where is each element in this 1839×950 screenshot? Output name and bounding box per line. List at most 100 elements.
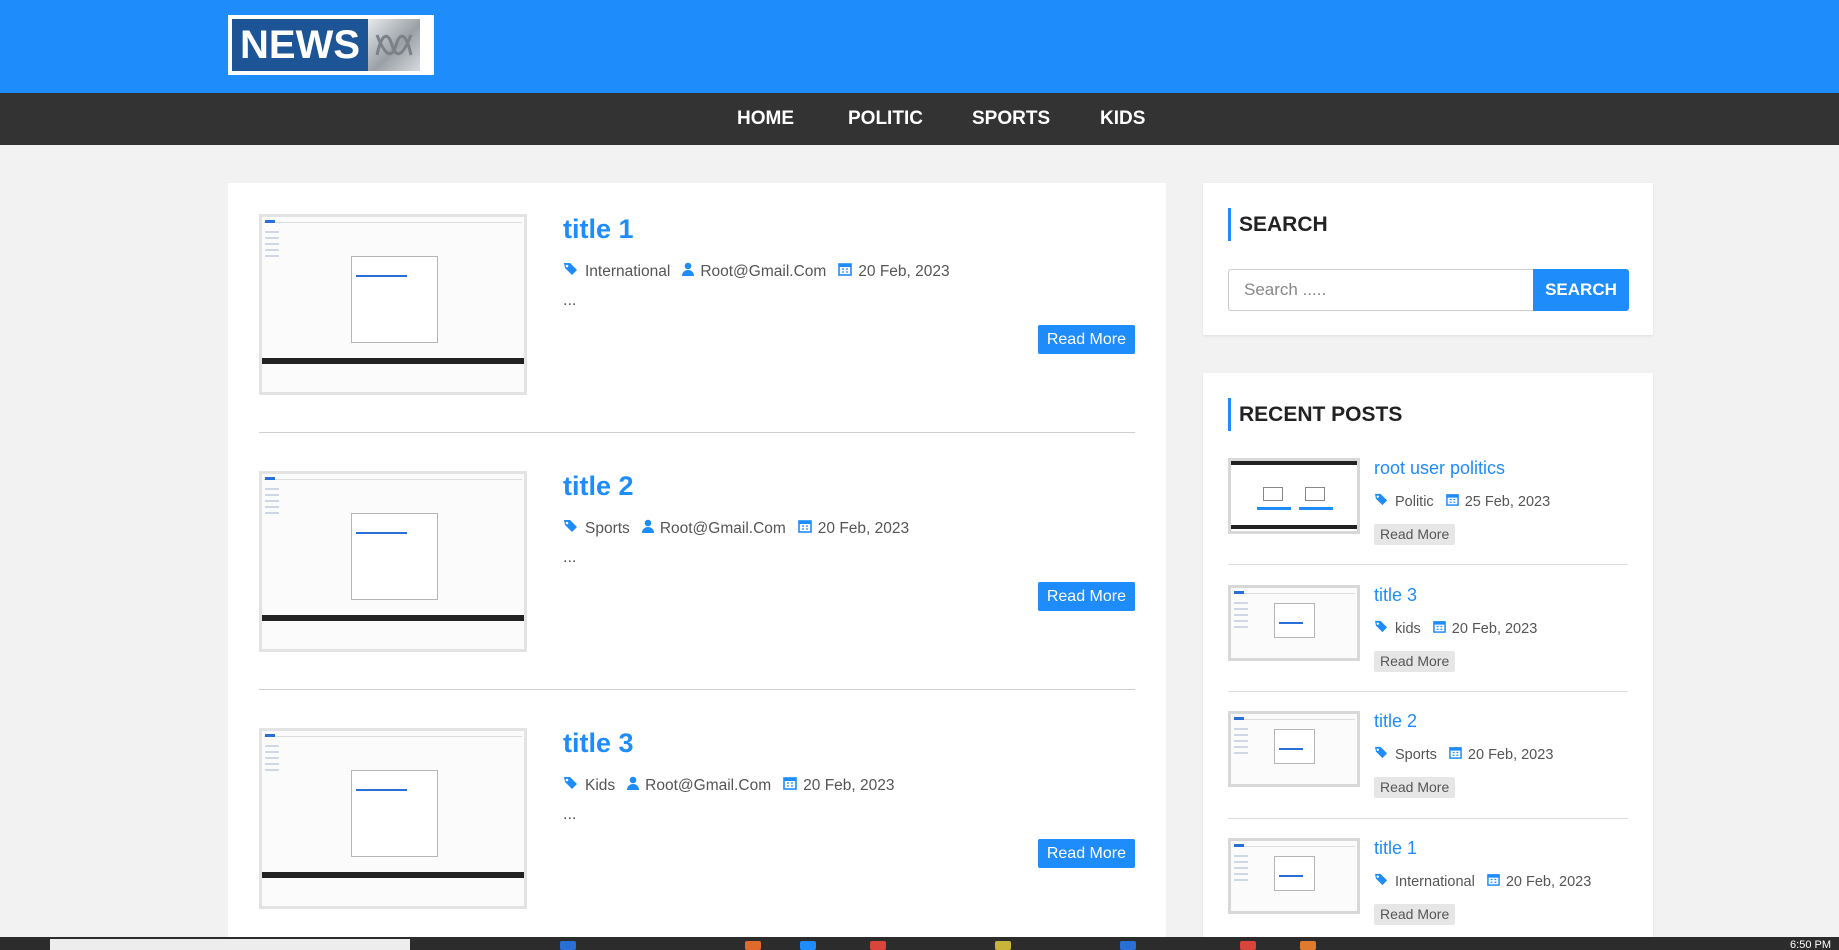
calendar-icon (797, 519, 812, 538)
calendar-icon (1432, 620, 1446, 637)
recent-post-thumbnail[interactable] (1228, 838, 1360, 914)
tag-icon (1374, 746, 1389, 763)
tag-icon (563, 776, 579, 795)
post-title[interactable]: title 3 (563, 728, 634, 759)
post-thumbnail[interactable] (259, 471, 527, 652)
main-nav: HOME POLITIC SPORTS KIDS (0, 93, 1839, 145)
post-divider (259, 689, 1135, 690)
tag-icon (1374, 620, 1389, 637)
nav-home[interactable]: HOME (737, 93, 794, 145)
logo-text: NEWS (232, 19, 368, 71)
calendar-icon (1449, 746, 1462, 763)
recent-post-date: 20 Feb, 2023 (1505, 873, 1592, 890)
recent-post-meta: Sports 20 Feb, 2023 (1374, 746, 1553, 763)
nav-sports[interactable]: SPORTS (972, 93, 1050, 145)
site-logo[interactable]: NEWS (228, 15, 434, 75)
tag-icon (563, 262, 579, 281)
recent-post-meta: kids 20 Feb, 2023 (1374, 620, 1537, 637)
recent-post-item: root user politics Politic 25 Feb, 2023 … (1228, 458, 1628, 545)
read-more-button[interactable]: Read More (1037, 582, 1135, 611)
recent-post-item: title 2 Sports 20 Feb, 2023 Read More (1228, 711, 1628, 798)
post-title[interactable]: title 1 (563, 214, 634, 245)
post-thumbnail[interactable] (259, 214, 527, 395)
recent-posts-widget: RECENT POSTS root user politics Politic … (1203, 373, 1653, 943)
post-category[interactable]: Sports (585, 520, 630, 538)
recent-post-thumbnail[interactable] (1228, 585, 1360, 661)
post-category[interactable]: Kids (585, 777, 615, 795)
taskbar-app-icon[interactable] (560, 941, 576, 950)
recent-read-more-button[interactable]: Read More (1374, 524, 1456, 545)
recent-post-thumbnail[interactable] (1228, 711, 1360, 787)
post-meta: Kids Root@Gmail.Com 20 Feb, 2023 (563, 776, 895, 795)
calendar-icon (1486, 873, 1500, 890)
post-item: title 3 Kids Root@Gmail.Com 20 Feb, 2023… (259, 728, 1135, 909)
recent-post-thumbnail[interactable] (1228, 458, 1360, 534)
recent-divider (1228, 691, 1628, 692)
post-date: 20 Feb, 2023 (858, 262, 950, 280)
post-author: Root@Gmail.Com (700, 262, 827, 280)
search-widget: SEARCH SEARCH (1203, 183, 1653, 335)
taskbar-app-icon[interactable] (1300, 941, 1316, 950)
user-icon (641, 519, 654, 538)
recent-divider (1228, 818, 1628, 819)
recent-post-title[interactable]: root user politics (1374, 458, 1505, 479)
recent-post-category[interactable]: Politic (1395, 494, 1434, 510)
recent-divider (1228, 564, 1628, 565)
recent-read-more-button[interactable]: Read More (1374, 904, 1456, 925)
post-date: 20 Feb, 2023 (817, 519, 910, 537)
post-category[interactable]: International (585, 263, 670, 281)
recent-post-title[interactable]: title 2 (1374, 711, 1417, 732)
posts-panel: title 1 International Root@Gmail.Com 20 … (228, 183, 1166, 950)
post-item: title 1 International Root@Gmail.Com 20 … (259, 214, 1135, 395)
recent-post-item: title 1 International 20 Feb, 2023 Read … (1228, 838, 1628, 925)
abc-logo-icon (368, 19, 420, 71)
post-item: title 2 Sports Root@Gmail.Com 20 Feb, 20… (259, 471, 1135, 652)
recent-post-date: 20 Feb, 2023 (1451, 620, 1538, 637)
post-meta: International Root@Gmail.Com 20 Feb, 202… (563, 262, 950, 281)
recent-post-category[interactable]: International (1395, 874, 1475, 890)
recent-post-meta: Politic 25 Feb, 2023 (1374, 493, 1550, 510)
nav-politic[interactable]: POLITIC (848, 93, 923, 145)
post-author: Root@Gmail.Com (645, 776, 772, 794)
recent-post-title[interactable]: title 3 (1374, 585, 1417, 606)
recent-read-more-button[interactable]: Read More (1374, 777, 1456, 798)
recent-post-meta: International 20 Feb, 2023 (1374, 873, 1591, 890)
read-more-button[interactable]: Read More (1037, 325, 1135, 354)
taskbar-app-icon[interactable] (995, 941, 1011, 950)
taskbar-app-icon[interactable] (800, 941, 816, 950)
search-heading: SEARCH (1228, 208, 1328, 241)
taskbar-app-icon[interactable] (870, 941, 886, 950)
user-icon (627, 776, 640, 795)
post-excerpt: ... (563, 806, 577, 823)
post-excerpt: ... (563, 292, 577, 309)
search-input[interactable] (1228, 269, 1536, 311)
taskbar-app-icon[interactable] (1240, 941, 1256, 950)
tag-icon (1374, 873, 1389, 890)
recent-posts-heading: RECENT POSTS (1228, 398, 1402, 431)
post-divider (259, 432, 1135, 433)
post-title[interactable]: title 2 (563, 471, 634, 502)
post-excerpt: ... (563, 549, 577, 566)
recent-read-more-button[interactable]: Read More (1374, 651, 1456, 672)
tag-icon (1374, 493, 1389, 510)
read-more-button[interactable]: Read More (1037, 839, 1135, 868)
taskbar-app-icon[interactable] (745, 941, 761, 950)
os-clock[interactable]: 6:50 PM (1790, 939, 1831, 950)
recent-post-date: 25 Feb, 2023 (1464, 493, 1551, 510)
recent-post-category[interactable]: Sports (1395, 747, 1437, 763)
search-button[interactable]: SEARCH (1533, 269, 1629, 311)
user-icon (682, 262, 695, 281)
calendar-icon (838, 262, 853, 281)
recent-post-item: title 3 kids 20 Feb, 2023 Read More (1228, 585, 1628, 672)
post-date: 20 Feb, 2023 (803, 776, 895, 794)
recent-post-date: 20 Feb, 2023 (1467, 746, 1554, 763)
post-meta: Sports Root@Gmail.Com 20 Feb, 2023 (563, 519, 909, 538)
recent-post-title[interactable]: title 1 (1374, 838, 1417, 859)
calendar-icon (783, 776, 797, 795)
recent-post-category[interactable]: kids (1395, 621, 1421, 637)
post-thumbnail[interactable] (259, 728, 527, 909)
taskbar-app-icon[interactable] (1120, 941, 1136, 950)
nav-kids[interactable]: KIDS (1100, 93, 1145, 145)
os-taskbar-search[interactable] (50, 939, 410, 950)
post-author: Root@Gmail.Com (659, 519, 786, 537)
